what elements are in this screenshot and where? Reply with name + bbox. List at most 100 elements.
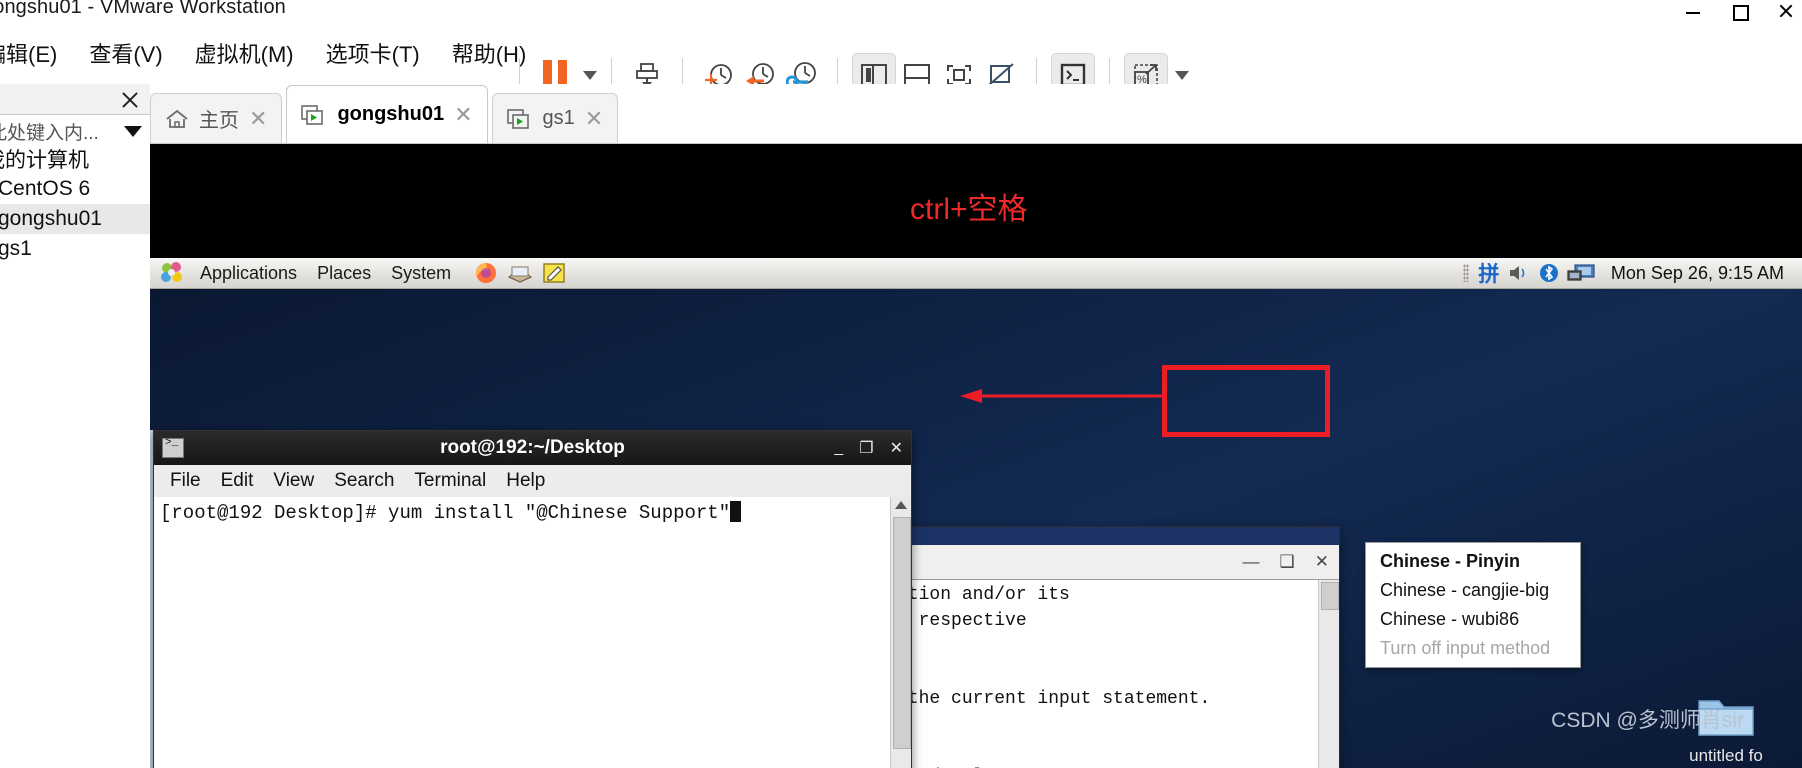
tab-label: 主页 [199, 110, 239, 132]
guest-desktop[interactable]: Applications Places System 拼 Mon Sep 26,… [150, 258, 1802, 768]
background-window-topstrip [839, 527, 1339, 545]
sidebar-item-label: 我的计算机 [0, 149, 89, 172]
menu-places[interactable]: Places [307, 263, 381, 284]
sidebar-item-gs1[interactable]: gs1 [0, 234, 150, 264]
maximize-icon[interactable]: ❐ [859, 438, 873, 458]
highlight-box-annotation [1162, 365, 1330, 437]
network-icon[interactable] [1565, 260, 1599, 286]
maximize-icon[interactable]: ❑ [1280, 552, 1295, 572]
background-window-scrollbar[interactable] [1318, 580, 1339, 768]
sidebar-item-label: gs1 [0, 237, 32, 260]
vmware-menubar: 编辑(E) 查看(V) 虚拟机(M) 选项卡(T) 帮助(H) [0, 22, 1802, 97]
arrow-annotation [960, 389, 1165, 403]
vm-running-icon [506, 108, 533, 130]
menu-tabs[interactable]: 选项卡(T) [310, 37, 436, 69]
menu-item-list: 编辑(E) 查看(V) 虚拟机(M) 选项卡(T) 帮助(H) [0, 32, 542, 74]
tab-label: gs1 [542, 107, 575, 129]
terminal-title: root@192:~/Desktop [440, 437, 625, 458]
close-icon[interactable] [120, 90, 140, 110]
vm-console-screen[interactable]: ctrl+空格 Applications Places System 拼 Mon… [150, 144, 1802, 768]
tab-bar: 此处键入内... 主页 ✕ gon [0, 84, 1802, 146]
tab-gongshu01[interactable]: gongshu01 ✕ [286, 85, 488, 143]
chevron-down-icon[interactable] [124, 126, 142, 137]
ime-option-pinyin[interactable]: Chinese - Pinyin [1366, 547, 1580, 576]
tab-home[interactable]: 主页 ✕ [150, 93, 283, 143]
terminal-titlebar[interactable]: root@192:~/Desktop _ ❐ ✕ [154, 431, 911, 465]
close-icon[interactable]: ✕ [1315, 552, 1329, 572]
terminal-cursor [730, 501, 742, 522]
background-window-controls: — ❑ ✕ [1243, 552, 1330, 572]
minimize-icon[interactable]: _ [834, 439, 843, 457]
caret-down-icon[interactable] [1175, 70, 1189, 80]
window-controls [1686, 0, 1794, 22]
panel-clock[interactable]: Mon Sep 26, 9:15 AM [1601, 263, 1794, 284]
volume-icon[interactable] [1505, 260, 1533, 286]
terminal-menu-help[interactable]: Help [498, 468, 553, 494]
sidebar-item-label: CentOS 6 [0, 177, 91, 200]
background-window-titlebar[interactable]: ktop — ❑ ✕ [839, 545, 1339, 580]
terminal-window[interactable]: root@192:~/Desktop _ ❐ ✕ File Edit View … [153, 430, 912, 768]
menu-system[interactable]: System [381, 263, 461, 284]
ime-option-turn-off: Turn off input method [1380, 638, 1551, 658]
home-icon [165, 108, 189, 130]
sidebar-item-my-computer[interactable]: 我的计算机 [0, 144, 150, 174]
scroll-up-icon[interactable] [895, 501, 907, 509]
ime-menu[interactable]: Chinese - Pinyin Chinese - cangjie-big C… [1365, 542, 1581, 668]
menu-vm[interactable]: 虚拟机(M) [179, 37, 310, 69]
tray-grip-handle[interactable] [1462, 264, 1469, 282]
menu-view[interactable]: 查看(V) [73, 37, 178, 69]
tab-close-icon[interactable]: ✕ [249, 107, 267, 130]
scrollbar-thumb[interactable] [893, 517, 911, 749]
library-search-input[interactable]: 此处键入内... [0, 118, 99, 145]
shortcut-annotation: ctrl+空格 [910, 193, 1028, 226]
tab-gs1[interactable]: gs1 ✕ [491, 93, 619, 143]
tab-label: gongshu01 [337, 103, 445, 125]
terminal-body[interactable]: [root@192 Desktop]# yum install "@Chines… [154, 497, 911, 768]
sidebar-item-centos6[interactable]: CentOS 6 [0, 174, 150, 204]
evolution-mail-icon[interactable] [507, 261, 533, 285]
text-editor-icon[interactable] [541, 261, 567, 285]
terminal-menu-view[interactable]: View [265, 468, 322, 494]
gnome-top-panel: Applications Places System 拼 Mon Sep 26,… [150, 258, 1802, 289]
maximize-button[interactable] [1732, 3, 1749, 21]
menu-applications[interactable]: Applications [190, 263, 307, 284]
tab-list: 主页 ✕ gongshu01 ✕ gs1 ✕ [150, 84, 1802, 144]
library-header: 此处键入内... [0, 84, 151, 146]
terminal-scrollbar[interactable] [890, 497, 911, 768]
vm-library-sidebar: 我的计算机 CentOS 6 gongshu01 gs1 [0, 144, 151, 768]
menu-edit[interactable]: 编辑(E) [0, 37, 73, 69]
window-title: gongshu01 - VMware Workstation [0, 0, 286, 18]
background-window[interactable]: ktop — ❑ ✕ orporation and/or its their r… [838, 526, 1340, 768]
ime-option-wubi86[interactable]: Chinese - wubi86 [1366, 605, 1580, 634]
terminal-menu-search[interactable]: Search [326, 468, 402, 494]
terminal-prompt: [root@192 Desktop]# [160, 502, 389, 524]
terminal-menubar: File Edit View Search Terminal Help [154, 465, 911, 498]
tab-close-icon[interactable]: ✕ [454, 103, 472, 126]
gnome-foot-icon [160, 261, 186, 285]
watermark: CSDN @多测师肖sir [1551, 709, 1744, 732]
terminal-menu-file[interactable]: File [162, 468, 209, 494]
terminal-window-controls: _ ❐ ✕ [834, 438, 903, 458]
desktop-icon-label: untitled fo [1689, 746, 1763, 765]
tab-close-icon[interactable]: ✕ [585, 107, 603, 130]
ime-option-cangjie[interactable]: Chinese - cangjie-big [1366, 576, 1580, 605]
library-search-box[interactable]: 此处键入内... [0, 114, 150, 146]
terminal-output: [root@192 Desktop]# yum install "@Chines… [154, 497, 890, 768]
vmware-titlebar: gongshu01 - VMware Workstation [0, 0, 1802, 22]
firefox-icon[interactable] [473, 261, 499, 285]
terminal-command: yum install "@Chinese Support" [388, 502, 731, 524]
vm-running-icon [301, 104, 327, 126]
terminal-menu-terminal[interactable]: Terminal [406, 468, 494, 494]
pinyin-ime-icon[interactable]: 拼 [1475, 260, 1503, 286]
terminal-menu-edit[interactable]: Edit [213, 468, 262, 494]
sidebar-item-gongshu01[interactable]: gongshu01 [0, 204, 150, 234]
caret-down-icon[interactable] [583, 70, 597, 80]
close-icon[interactable]: ✕ [890, 438, 903, 458]
scrollbar-thumb[interactable] [1321, 582, 1339, 610]
minimize-icon[interactable]: — [1243, 552, 1260, 572]
background-window-body: orporation and/or its their respective c… [839, 579, 1339, 768]
gnome-system-tray: 拼 Mon Sep 26, 9:15 AM [1462, 258, 1802, 288]
minimize-button[interactable] [1686, 3, 1702, 19]
bluetooth-icon[interactable] [1535, 260, 1563, 286]
close-button[interactable] [1778, 3, 1794, 19]
